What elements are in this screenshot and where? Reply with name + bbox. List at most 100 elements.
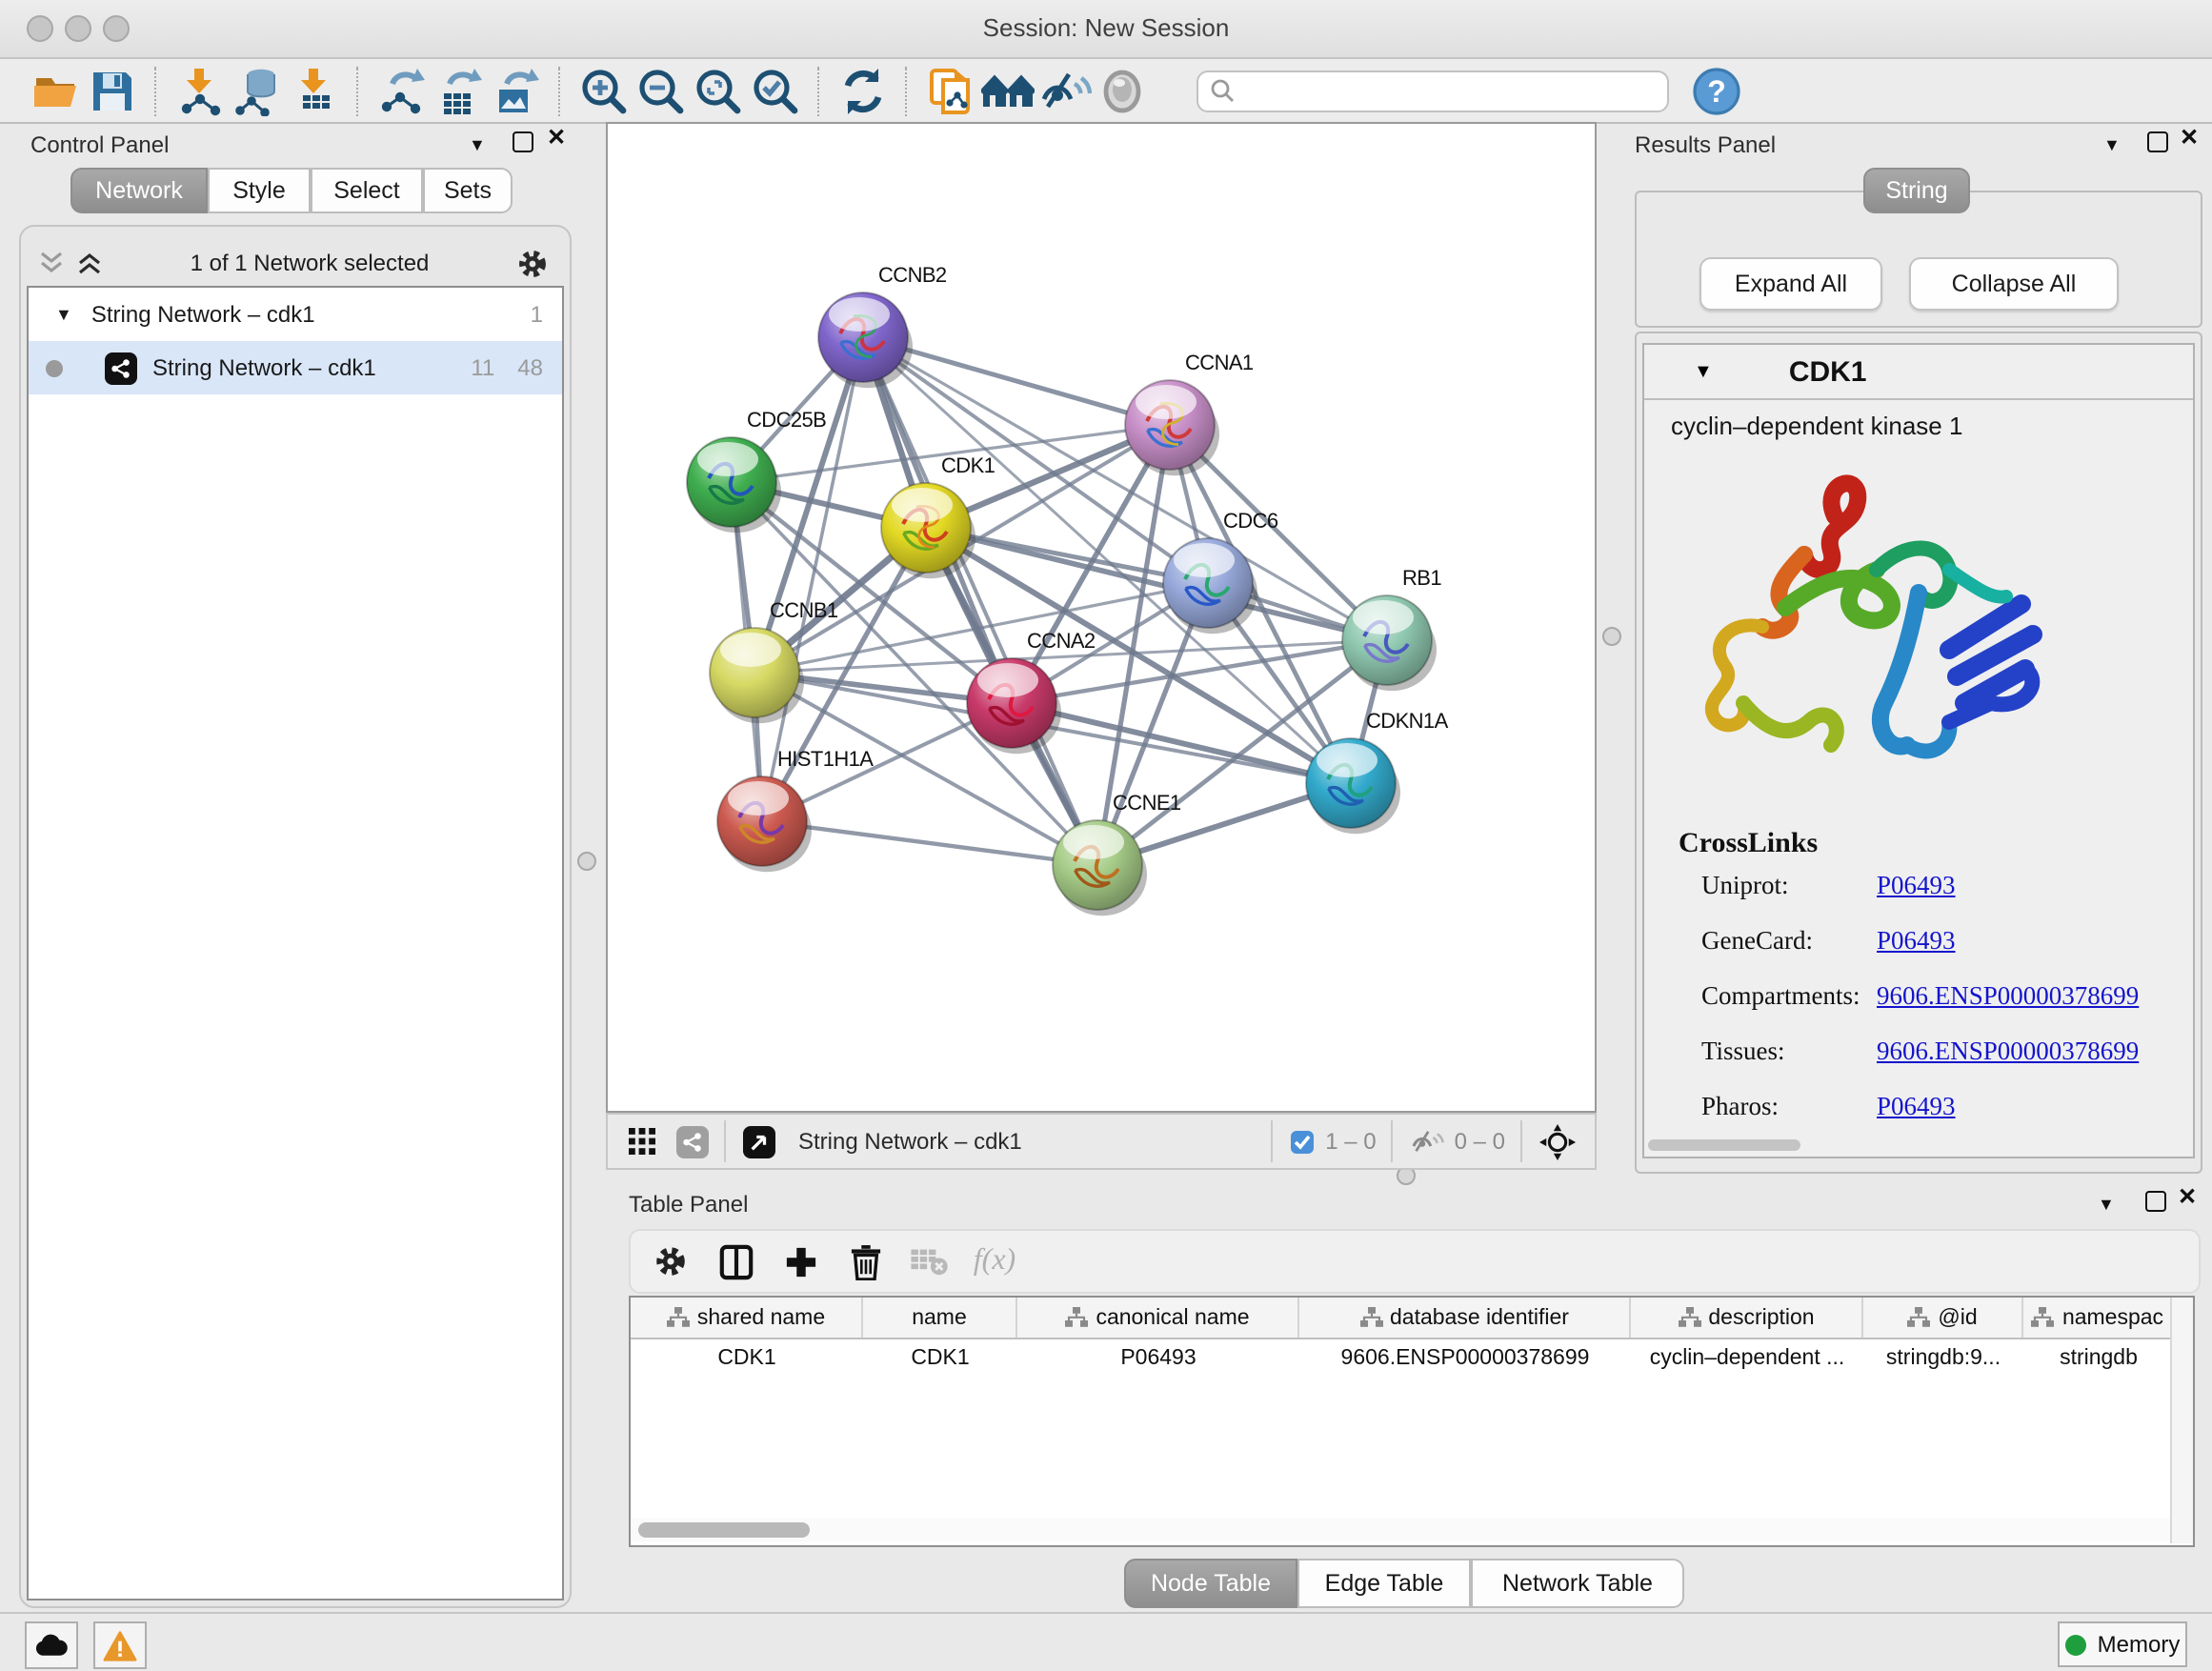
zoom-fit-button[interactable]	[690, 64, 747, 117]
network-node-CCNA1[interactable]: CCNA1	[1125, 351, 1254, 475]
network-node-CDKN1A[interactable]: CDKN1A	[1306, 709, 1449, 834]
table-cell[interactable]: cyclin–dependent ...	[1631, 1339, 1863, 1378]
hide-results-button[interactable]	[1036, 64, 1094, 117]
card-collapse-caret-icon[interactable]: ▼	[1694, 361, 1713, 382]
open-session-button[interactable]	[27, 64, 84, 117]
delete-table-button[interactable]	[897, 1235, 962, 1288]
results-panel-float-button[interactable]	[2147, 131, 2168, 152]
import-table-button[interactable]	[286, 64, 343, 117]
table-panel-close-button[interactable]: ✕	[2178, 1187, 2197, 1206]
network-node-HIST1H1A[interactable]: HIST1H1A	[717, 747, 874, 872]
network-collection-row[interactable]: ▼ String Network – cdk1 1	[29, 288, 562, 341]
collapse-all-button[interactable]: Collapse All	[1909, 257, 2119, 311]
titlebar: Session: New Session	[0, 0, 2212, 59]
tab-edge-table[interactable]: Edge Table	[1297, 1559, 1471, 1608]
help-button[interactable]: ?	[1688, 64, 1745, 117]
warning-status-button[interactable]	[93, 1621, 147, 1669]
memory-button[interactable]: Memory	[2058, 1621, 2187, 1667]
column-header-canonical-name[interactable]: canonical name	[1017, 1298, 1299, 1338]
table-settings-button[interactable]	[638, 1235, 703, 1288]
save-session-button[interactable]	[84, 64, 141, 117]
tab-network-table[interactable]: Network Table	[1471, 1559, 1684, 1608]
app-window: Session: New Session	[0, 0, 2212, 1671]
crosslink-link[interactable]: 9606.ENSP00000378699	[1877, 1037, 2139, 1067]
grid-view-icon[interactable]	[627, 1126, 657, 1157]
table-body: CDK1CDK1P064939606.ENSP00000378699cyclin…	[631, 1339, 2193, 1378]
tab-sets[interactable]: Sets	[423, 168, 513, 213]
table-cell[interactable]: stringdb	[2023, 1339, 2174, 1378]
column-header-namespac[interactable]: namespac	[2023, 1298, 2174, 1338]
import-network-database-button[interactable]	[229, 64, 286, 117]
crosslink-link[interactable]: P06493	[1877, 926, 1956, 956]
results-panel-close-button[interactable]: ✕	[2180, 128, 2199, 147]
selected-checkbox-icon[interactable]	[1289, 1129, 1314, 1154]
results-panel-menu-caret-icon[interactable]: ▼	[2103, 135, 2121, 154]
tab-node-table[interactable]: Node Table	[1124, 1559, 1297, 1608]
tab-select[interactable]: Select	[311, 168, 423, 213]
column-header-shared-name[interactable]: shared name	[631, 1298, 863, 1338]
tab-string-results[interactable]: String	[1863, 168, 1970, 213]
search-input[interactable]	[1235, 77, 1656, 104]
column-header-name[interactable]: name	[863, 1298, 1017, 1338]
network-row-selected[interactable]: String Network – cdk1 11 48	[29, 341, 562, 394]
table-cell[interactable]: CDK1	[631, 1339, 863, 1378]
network-node-CCNB2[interactable]: CCNB2	[818, 263, 947, 388]
control-panel-menu-caret-icon[interactable]: ▼	[469, 135, 486, 154]
control-panel-close-button[interactable]: ✕	[547, 128, 566, 147]
card-hscroll-thumb[interactable]	[1648, 1139, 1800, 1151]
table-panel-menu-caret-icon[interactable]: ▼	[2098, 1195, 2115, 1214]
import-network-file-button[interactable]	[171, 64, 229, 117]
network-canvas[interactable]: CCNB2CCNA1CDC25BCDK1CDC6RB1CCNB1CCNA2CDK…	[606, 122, 1597, 1113]
table-panel-float-button[interactable]	[2145, 1191, 2166, 1212]
string-protein-query-button[interactable]	[922, 64, 979, 117]
right-splitter-handle[interactable]	[1602, 627, 1621, 646]
tree-expand-caret-icon[interactable]: ▼	[55, 305, 72, 324]
table-cell[interactable]: stringdb:9...	[1863, 1339, 2023, 1378]
export-image-button[interactable]	[488, 64, 545, 117]
add-column-button[interactable]	[768, 1235, 833, 1288]
table-hscrollbar[interactable]	[631, 1519, 2170, 1541]
table-row[interactable]: CDK1CDK1P064939606.ENSP00000378699cyclin…	[631, 1339, 2193, 1378]
zoom-out-button[interactable]	[633, 64, 690, 117]
search-field[interactable]	[1196, 70, 1669, 111]
column-header-description[interactable]: description	[1631, 1298, 1863, 1338]
node-table[interactable]: shared namenamecanonical namedatabase id…	[629, 1296, 2195, 1547]
crosslink-link[interactable]: P06493	[1877, 871, 1956, 901]
zoom-in-button[interactable]	[575, 64, 633, 117]
expand-all-icon[interactable]	[76, 250, 103, 276]
network-edge-CCNB2-CCNE1[interactable]	[863, 337, 1097, 865]
column-header-@id[interactable]: @id	[1863, 1298, 2023, 1338]
network-share-view-icon[interactable]	[676, 1125, 709, 1158]
left-splitter-handle[interactable]	[577, 852, 596, 871]
table-vscrollbar[interactable]	[2170, 1298, 2193, 1543]
string-home-button[interactable]	[979, 64, 1036, 117]
column-header-database-identifier[interactable]: database identifier	[1299, 1298, 1631, 1338]
refresh-network-button[interactable]	[835, 64, 892, 117]
tab-style[interactable]: Style	[208, 168, 311, 213]
crosslink-link[interactable]: P06493	[1877, 1092, 1956, 1122]
table-cell[interactable]: P06493	[1017, 1339, 1299, 1378]
open-in-window-icon[interactable]	[743, 1125, 775, 1158]
show-columns-button[interactable]	[703, 1235, 768, 1288]
control-panel-float-button[interactable]	[513, 131, 533, 152]
delete-column-button[interactable]	[833, 1235, 897, 1288]
column-type-icon	[1065, 1307, 1088, 1328]
expand-all-button[interactable]: Expand All	[1699, 257, 1882, 311]
network-options-gear-icon[interactable]	[516, 247, 549, 279]
network-node-RB1[interactable]: RB1	[1342, 566, 1441, 691]
export-network-button[interactable]	[373, 64, 431, 117]
crosslink-link[interactable]: 9606.ENSP00000378699	[1877, 981, 2139, 1012]
network-edge-HIST1H1A-CCNE1[interactable]	[762, 821, 1097, 865]
network-graph[interactable]: CCNB2CCNA1CDC25BCDK1CDC6RB1CCNB1CCNA2CDK…	[608, 124, 1595, 1111]
zoom-selected-button[interactable]	[747, 64, 804, 117]
show-results-button[interactable]	[1094, 64, 1151, 117]
table-cell[interactable]: 9606.ENSP00000378699	[1299, 1339, 1631, 1378]
tab-network[interactable]: Network	[70, 168, 208, 213]
collapse-all-icon[interactable]	[38, 250, 65, 276]
export-table-button[interactable]	[431, 64, 488, 117]
function-builder-button[interactable]: f(x)	[962, 1235, 1027, 1288]
fit-content-crosshair-icon[interactable]	[1539, 1123, 1576, 1159]
cloud-status-button[interactable]	[25, 1621, 78, 1669]
cdk1-card-header[interactable]: ▼ CDK1	[1644, 345, 2193, 400]
table-cell[interactable]: CDK1	[863, 1339, 1017, 1378]
